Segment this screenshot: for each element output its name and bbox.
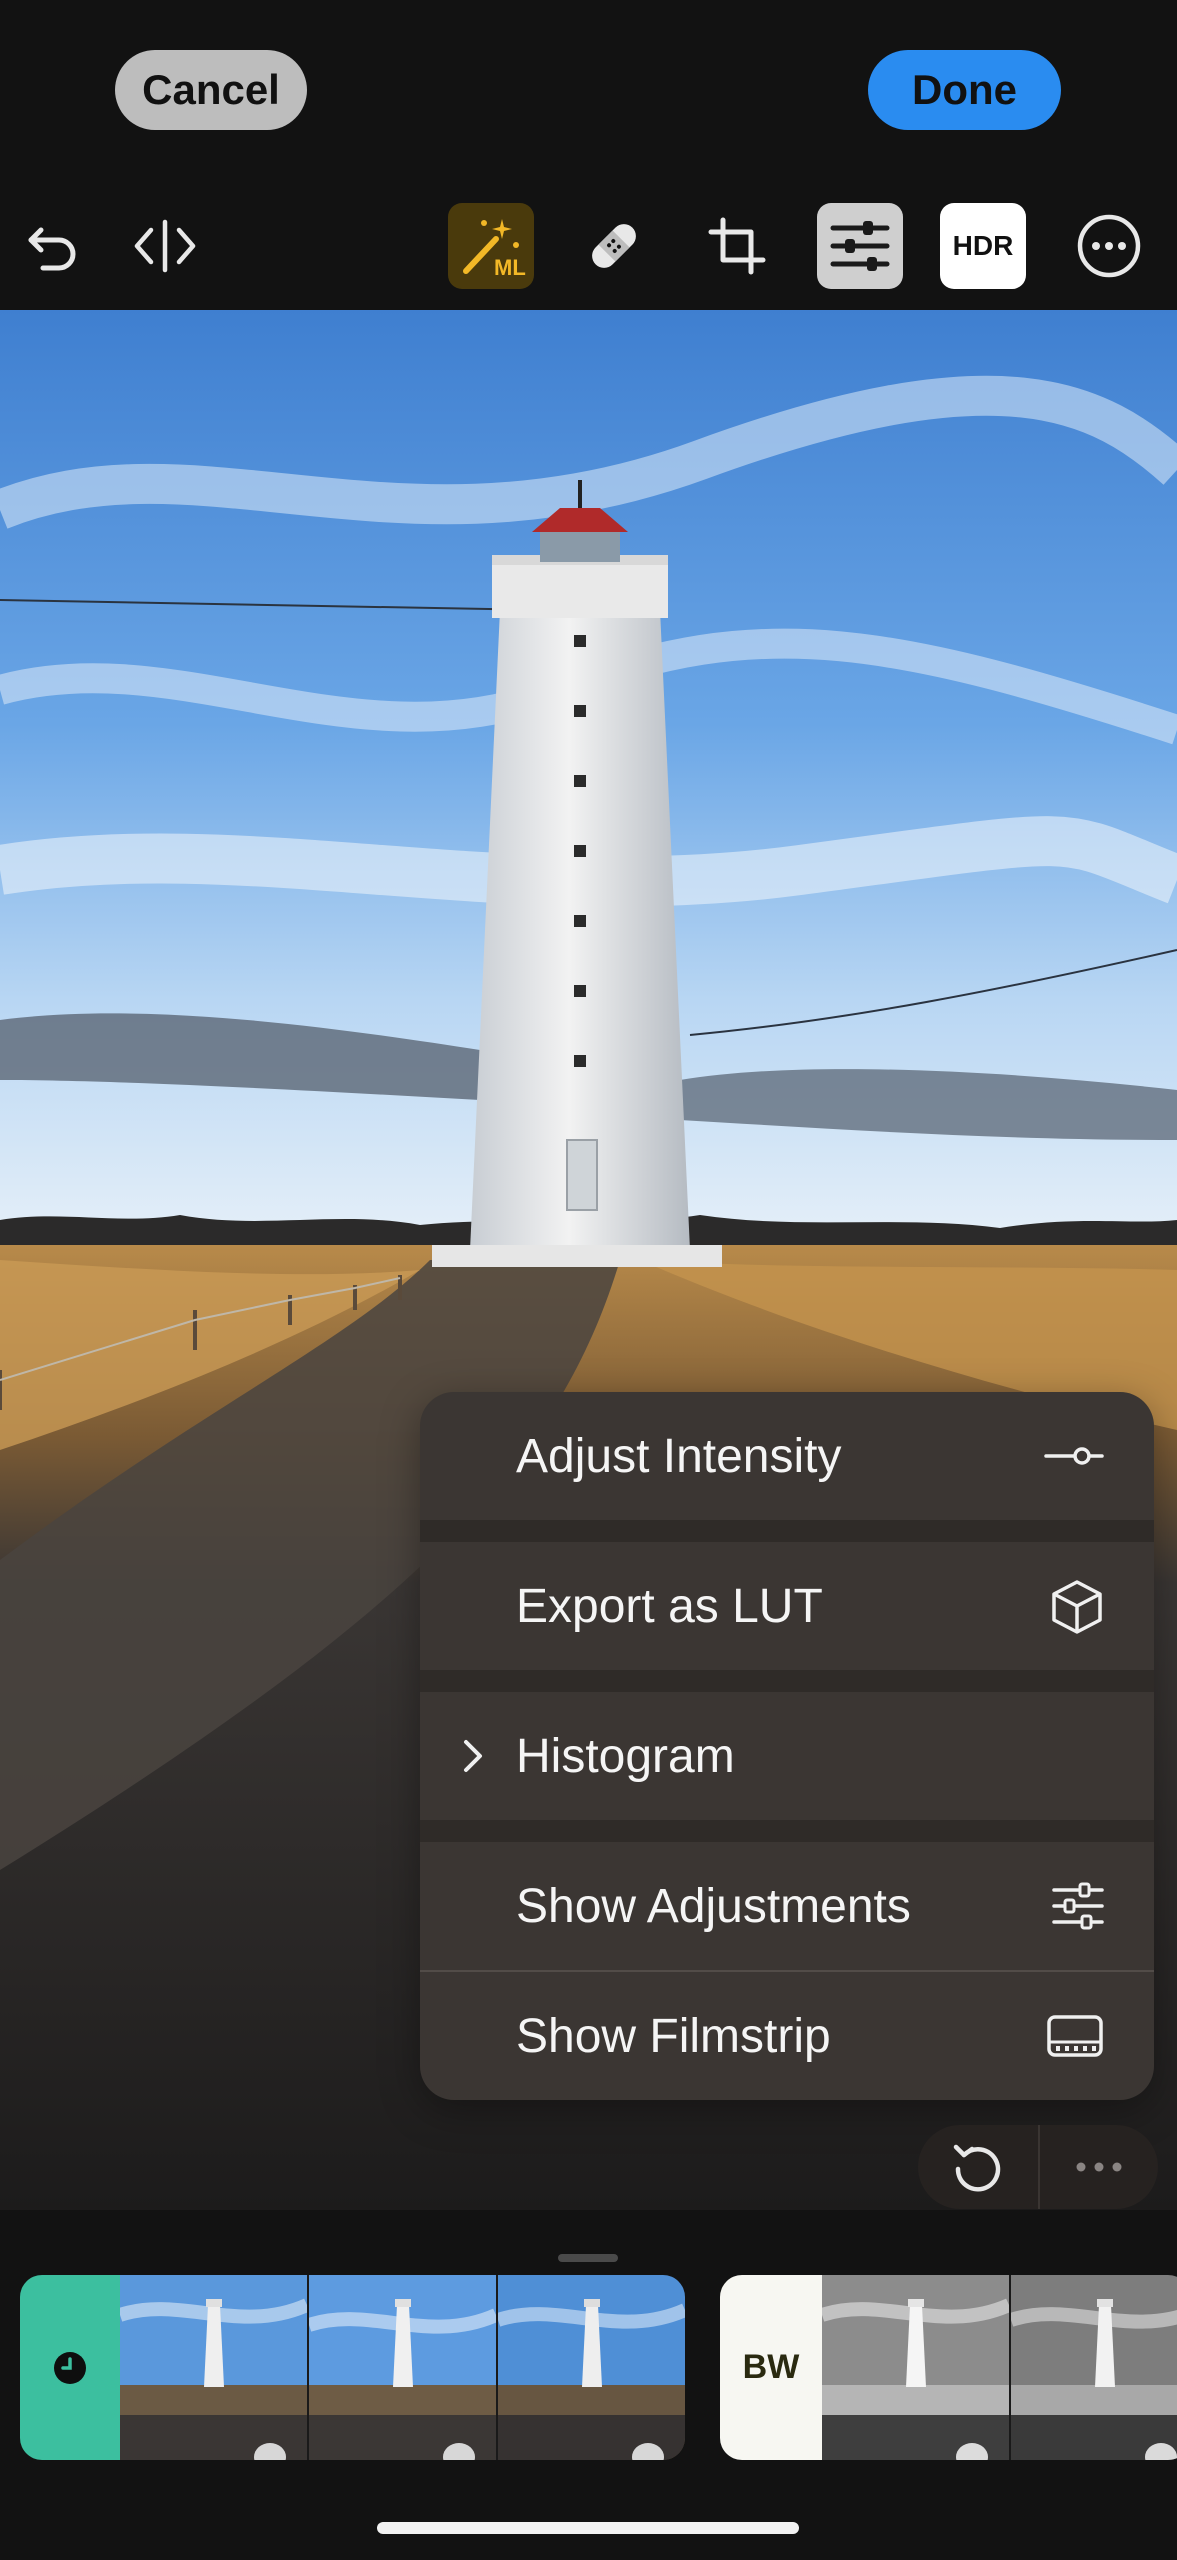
ellipsis-icon xyxy=(1076,2162,1122,2172)
slider-icon xyxy=(1044,1447,1104,1465)
menu-item-label: Adjust Intensity xyxy=(516,1429,842,1483)
menu-item-show-filmstrip[interactable]: Show Filmstrip xyxy=(420,1972,1154,2100)
chevron-right-icon xyxy=(464,1740,482,1772)
panel-drag-handle[interactable] xyxy=(558,2254,618,2262)
undo-button[interactable] xyxy=(10,203,96,289)
compare-button[interactable] xyxy=(122,203,208,289)
menu-item-histogram[interactable]: Histogram xyxy=(420,1692,1154,1820)
context-menu: Adjust Intensity Export as LUT Histogram… xyxy=(420,1392,1154,2100)
filmstrip-group-recent xyxy=(20,2275,685,2460)
menu-item-export-lut[interactable]: Export as LUT xyxy=(420,1542,1154,1670)
cancel-button[interactable]: Cancel xyxy=(115,50,307,130)
adjustments-button[interactable] xyxy=(817,203,903,289)
reset-button[interactable] xyxy=(918,2125,1040,2209)
recent-filter-button[interactable] xyxy=(20,2275,120,2460)
menu-item-label: Histogram xyxy=(516,1729,735,1783)
bw-filter-button[interactable]: BW xyxy=(720,2275,822,2460)
crop-button[interactable] xyxy=(694,203,780,289)
ml-label: ML xyxy=(494,255,526,280)
filter-thumbnail[interactable] xyxy=(495,2275,685,2460)
filter-thumbnail[interactable] xyxy=(306,2275,499,2460)
reset-icon xyxy=(953,2144,1001,2192)
crop-icon xyxy=(708,217,766,275)
more-options-button[interactable] xyxy=(1040,2125,1158,2209)
menu-item-label: Export as LUT xyxy=(516,1579,823,1633)
home-indicator[interactable] xyxy=(377,2522,799,2534)
bandage-icon xyxy=(592,224,636,268)
bw-label: BW xyxy=(742,2348,800,2386)
heal-button[interactable] xyxy=(571,203,657,289)
ml-magic-button[interactable]: ML xyxy=(448,203,534,289)
filmstrip-group-bw: BW xyxy=(720,2275,1177,2460)
hdr-button[interactable]: HDR xyxy=(940,203,1026,289)
filmstrip-icon xyxy=(1047,2015,1103,2057)
done-button[interactable]: Done xyxy=(868,50,1061,130)
menu-item-label: Show Adjustments xyxy=(516,1879,911,1933)
hdr-icon: HDR xyxy=(952,230,1014,261)
filter-thumbnail[interactable] xyxy=(1008,2275,1177,2460)
compare-icon xyxy=(134,219,196,273)
menu-item-adjust-intensity[interactable]: Adjust Intensity xyxy=(420,1392,1154,1520)
filter-thumbnail[interactable] xyxy=(117,2275,310,2460)
menu-item-label: Show Filmstrip xyxy=(516,2009,831,2063)
adjustments-icon xyxy=(830,221,890,271)
menu-item-show-adjustments[interactable]: Show Adjustments xyxy=(420,1842,1154,1970)
more-button[interactable] xyxy=(1066,203,1152,289)
clock-icon xyxy=(54,2351,86,2384)
filter-thumbnail[interactable] xyxy=(819,2275,1012,2460)
magic-wand-ml-icon: ML xyxy=(463,219,526,280)
undo-icon xyxy=(28,227,76,271)
adjustments-icon xyxy=(1052,1882,1104,1930)
cube-icon xyxy=(1052,1580,1102,1634)
more-icon xyxy=(1077,214,1141,278)
photo-controls xyxy=(918,2125,1158,2209)
